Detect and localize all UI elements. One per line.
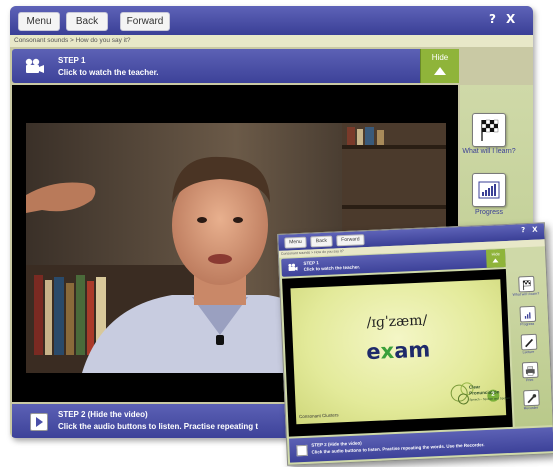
inset-sidebar-item-print[interactable] (521, 361, 539, 379)
inset-sidebar-label-recorder: Recorder (523, 405, 539, 411)
inset-sidebar-item-what-will-i-learn[interactable] (518, 275, 535, 293)
back-button[interactable]: Back (66, 12, 108, 31)
sidebar-label-what-will-i-learn: What will I learn? (462, 148, 516, 155)
inset-step1-title: STEP 1 (303, 260, 319, 266)
word-part-before: e (365, 339, 382, 365)
phonetic-transcription: /ɪɡˈzæm/ (366, 312, 428, 332)
inset-sidebar-item-recorder[interactable] (523, 389, 540, 407)
play-icon (36, 417, 43, 427)
menu-button[interactable]: Menu (18, 12, 60, 31)
triangle-up-icon (434, 67, 446, 75)
inset-printer-icon (525, 366, 535, 376)
progress-chart-icon (478, 181, 500, 199)
inset-sidebar-label-what-will-i-learn: What will I learn? (512, 291, 540, 297)
inset-video-player[interactable]: /ɪɡˈzæm/ exam Consonant Clusters Clear P… (282, 269, 513, 437)
inset-menu-button[interactable]: Menu (284, 236, 307, 249)
inset-video-camera-icon (288, 263, 298, 271)
inset-step1-subtitle: Click to watch the teacher. (303, 264, 361, 272)
inset-progress-chart-icon (524, 312, 531, 319)
inset-sidebar-item-progress[interactable] (519, 305, 537, 323)
sidebar-label-progress: Progress (474, 209, 503, 216)
clear-pronunciation-logo: Clear Pronunciation 2 Speech – Spoken an… (449, 377, 510, 409)
forward-button[interactable]: Forward (120, 12, 170, 31)
step2-title: STEP 2 (Hide the video) (58, 410, 148, 419)
inset-sidebar-label-lecture: Lecture (522, 349, 535, 355)
inset-wrench-icon (527, 394, 537, 404)
inset-sidebar-item-lecture[interactable] (520, 333, 538, 351)
play-button[interactable] (30, 413, 48, 431)
inset-sidebar-label-progress: Progress (520, 321, 535, 327)
hide-label: Hide (431, 53, 449, 62)
inset-step2-title: STEP 2 (Hide the video) (311, 440, 362, 448)
breadcrumb: Consonant sounds > How do you say it? (10, 35, 533, 47)
inset-forward-button[interactable]: Forward (336, 234, 365, 247)
title-bar: Menu Back Forward ? X (10, 6, 533, 35)
inset-sidebar-label-print: Print (525, 377, 534, 383)
inset-hide-button[interactable]: Hide (485, 249, 506, 268)
inset-back-button[interactable]: Back (310, 235, 333, 248)
inset-triangle-up-icon (492, 258, 499, 263)
word-part-highlight: x (380, 338, 395, 364)
inset-pencil-icon (525, 338, 534, 348)
word-part-after: am (393, 337, 431, 363)
step1-title: STEP 1 (58, 56, 86, 65)
inset-play-button[interactable] (296, 444, 308, 457)
step2-subtitle: Click the audio buttons to listen. Pract… (58, 422, 259, 431)
step1-bar[interactable]: STEP 1 Click to watch the teacher. Hide (12, 49, 459, 83)
slide-caption: Consonant Clusters (298, 412, 339, 420)
inset-checkered-flag-icon (522, 280, 531, 291)
close-button[interactable]: X (506, 12, 515, 26)
step1-subtitle: Click to watch the teacher. (58, 68, 159, 77)
sidebar-item-progress[interactable] (472, 173, 506, 207)
inset-sidebar: What will I learn? Progress Lecture Prin… (507, 267, 553, 427)
sidebar-item-what-will-i-learn[interactable] (472, 113, 506, 147)
video-camera-icon (25, 58, 44, 73)
inset-hide-label: Hide (491, 251, 500, 257)
help-button[interactable]: ? (489, 12, 496, 26)
checkered-flag-icon (481, 119, 499, 141)
inset-screenshot-window: Menu Back Forward ? X Consonant sounds >… (277, 222, 553, 466)
word-slide: /ɪɡˈzæm/ exam Consonant Clusters Clear P… (290, 279, 510, 425)
hide-video-button[interactable]: Hide (420, 49, 459, 83)
logo-line1: Clear (468, 384, 481, 390)
example-word: exam (293, 334, 504, 367)
inset-help-button[interactable]: ? (521, 226, 525, 234)
inset-close-button[interactable]: X (532, 226, 538, 234)
